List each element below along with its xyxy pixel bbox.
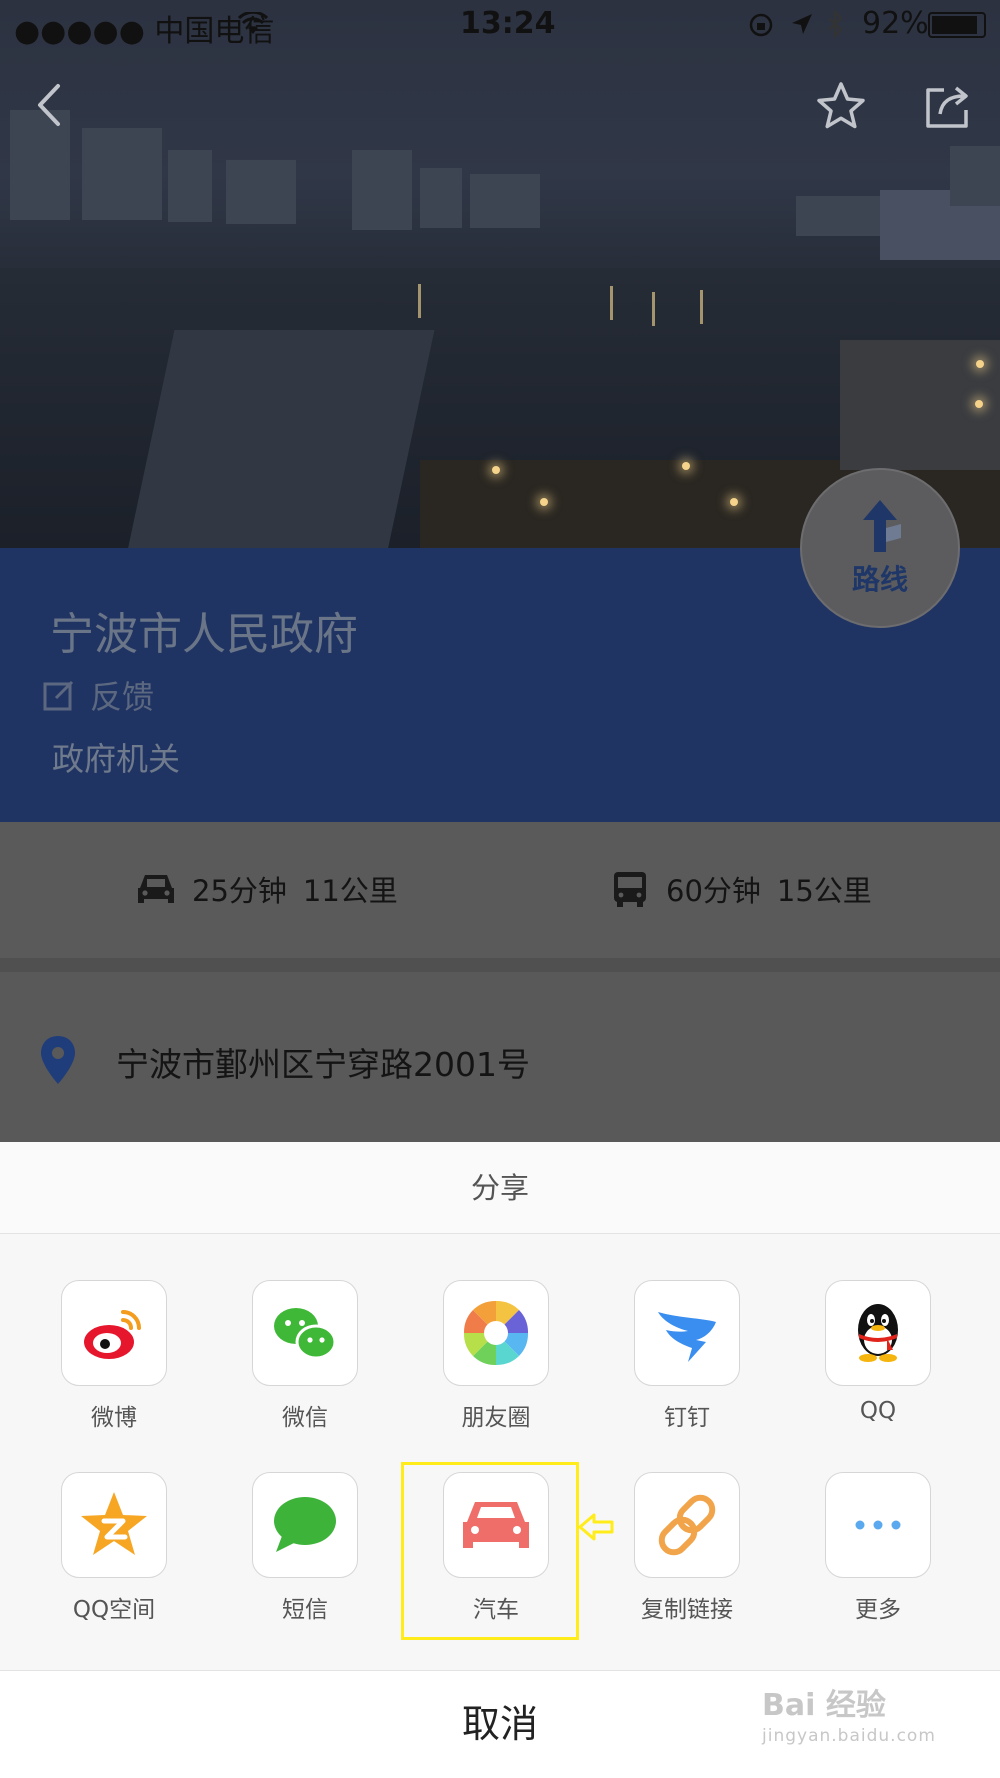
route-arrow-icon: [863, 500, 901, 552]
carrier-label: ●●●●● 中国电信: [14, 14, 275, 49]
share-label: 复制链接: [641, 1597, 733, 1623]
wechat-icon: [274, 1308, 337, 1360]
share-sms[interactable]: 短信: [235, 1472, 375, 1624]
bluetooth-icon: [828, 10, 843, 38]
share-tile: [252, 1472, 358, 1578]
share-sheet-title: 分享: [0, 1142, 1000, 1234]
watermark: Bai 经验 jingyan.baidu.com: [762, 1680, 936, 1746]
share-tile: [634, 1280, 740, 1386]
share-tile: [252, 1280, 358, 1386]
moments-icon: [463, 1300, 529, 1366]
address-text: 宁波市鄞州区宁穿路2001号: [116, 1045, 530, 1084]
share-qzone[interactable]: QQ空间: [44, 1472, 184, 1624]
qq-icon: [858, 1304, 898, 1362]
share-button[interactable]: [922, 80, 974, 132]
watermark-url: jingyan.baidu.com: [762, 1726, 936, 1746]
share-label: 微信: [282, 1405, 328, 1431]
location-pin-icon: [41, 1036, 75, 1084]
share-wechat[interactable]: 微信: [235, 1280, 375, 1432]
weibo-icon: [84, 1310, 141, 1359]
route-button[interactable]: 路线: [800, 468, 960, 628]
drive-distance: 11公里: [302, 874, 398, 908]
share-weibo[interactable]: 微博: [44, 1280, 184, 1432]
share-tile: [825, 1472, 931, 1578]
share-label: 钉钉: [664, 1405, 710, 1431]
share-label: 更多: [855, 1597, 901, 1623]
share-tile: [61, 1472, 167, 1578]
chevron-left-icon: [38, 84, 60, 126]
battery-icon: [928, 12, 986, 38]
share-tile: [61, 1280, 167, 1386]
share-moments[interactable]: 朋友圈: [426, 1280, 566, 1432]
place-name: 宁波市人民政府: [50, 609, 358, 660]
feedback-label: 反馈: [90, 678, 155, 716]
share-tile: [825, 1280, 931, 1386]
share-label: 微博: [91, 1405, 137, 1431]
clock: 13:24: [460, 6, 556, 41]
pointer-arrow-icon: [578, 1513, 614, 1541]
back-button[interactable]: [30, 80, 70, 130]
drive-estimate[interactable]: 25分钟 11公里: [136, 868, 398, 910]
dingtalk-icon: [658, 1312, 716, 1362]
share-icon: [926, 86, 968, 128]
share-label: 短信: [282, 1597, 328, 1623]
car-icon: [138, 875, 174, 903]
drive-time: 25分钟: [192, 874, 287, 908]
share-label: QQ: [859, 1398, 897, 1424]
orientation-lock-icon: [749, 13, 773, 37]
star-icon: [817, 82, 865, 129]
share-tile: [634, 1472, 740, 1578]
battery-percent: 92%: [862, 6, 929, 41]
status-bar: ●●●●● 中国电信 13:24 92%: [0, 0, 1000, 50]
favorite-button[interactable]: [815, 80, 867, 132]
share-copy-link[interactable]: 复制链接: [617, 1472, 757, 1624]
share-more[interactable]: 更多: [808, 1472, 948, 1624]
travel-estimates: 25分钟 11公里 60分钟 15公里: [0, 822, 1000, 958]
location-arrow-icon: [792, 14, 812, 34]
watermark-brand: Bai 经验: [762, 1688, 886, 1723]
transit-distance: 15公里: [776, 874, 872, 908]
share-label: 朋友圈: [461, 1405, 531, 1431]
share-label: QQ空间: [72, 1597, 156, 1623]
feedback-link[interactable]: 反馈: [42, 672, 154, 718]
transit-estimate[interactable]: 60分钟 15公里: [610, 868, 872, 910]
section-divider: [0, 958, 1000, 972]
link-icon: [658, 1494, 716, 1556]
bus-icon: [614, 872, 646, 907]
highlight-box: [401, 1462, 579, 1640]
share-tile: [443, 1280, 549, 1386]
sms-icon: [274, 1497, 336, 1552]
place-category: 政府机关: [52, 740, 181, 778]
edit-icon: [43, 680, 74, 711]
address-row[interactable]: 宁波市鄞州区宁穿路2001号: [0, 972, 1000, 1142]
share-qq[interactable]: QQ: [808, 1280, 948, 1424]
wifi-icon: [238, 12, 268, 34]
qzone-icon: [81, 1492, 147, 1555]
transit-time: 60分钟: [666, 874, 761, 908]
more-icon: [855, 1520, 901, 1530]
route-label: 路线: [851, 563, 908, 596]
share-dingtalk[interactable]: 钉钉: [617, 1280, 757, 1432]
